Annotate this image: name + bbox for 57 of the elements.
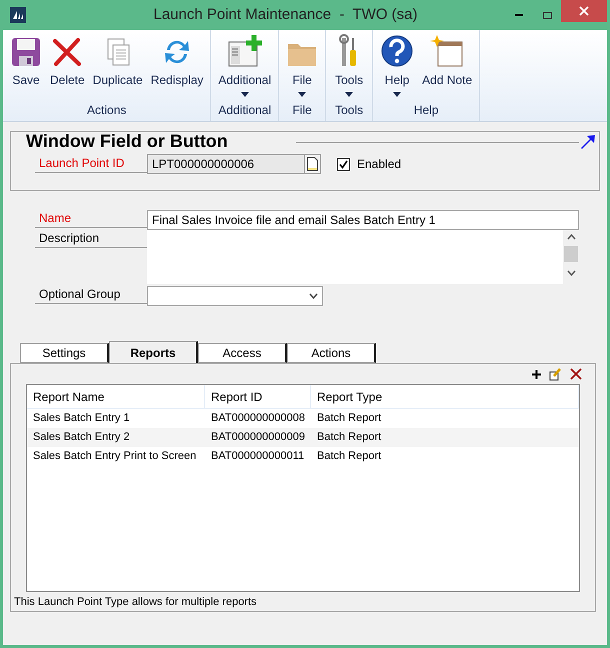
- column-header[interactable]: Report ID: [205, 385, 311, 408]
- launch-point-id-field[interactable]: LPT000000000006: [147, 154, 305, 174]
- tab[interactable]: Actions: [287, 343, 376, 363]
- window-plus-icon: [226, 34, 263, 68]
- scroll-down-icon: [566, 270, 576, 276]
- close-icon: [579, 6, 589, 16]
- caret-icon: [298, 92, 306, 97]
- group-label: Help: [412, 102, 440, 119]
- group-label: File: [291, 102, 313, 119]
- ribbon-button[interactable]: Redisplay: [148, 30, 206, 101]
- app-logo-icon: [10, 7, 26, 23]
- ribbon-button[interactable]: Additional: [215, 30, 274, 101]
- caret-icon: [240, 92, 249, 97]
- window-title: Launch Point Maintenance - TWO (sa): [152, 4, 418, 25]
- chevron-down-icon: [309, 293, 318, 299]
- group-label: Additional: [217, 102, 272, 119]
- table-cell-text: Batch Report: [316, 449, 382, 464]
- table-cell-text: Sales Batch Entry 2: [32, 430, 131, 446]
- enabled-checkbox[interactable]: [337, 158, 350, 170]
- table-cell-text: Sales Batch Entry 1: [32, 411, 131, 426]
- ribbon-button[interactable]: Save: [7, 30, 45, 101]
- cross-icon: [51, 36, 84, 68]
- tab[interactable]: Reports: [109, 341, 198, 363]
- edit-icon[interactable]: [549, 368, 562, 380]
- ribbon-button[interactable]: Tools: [330, 30, 368, 101]
- column-header[interactable]: Report Name: [27, 385, 205, 408]
- note-icon: [430, 34, 464, 68]
- caret-icon: [393, 92, 402, 97]
- scroll-up-icon: [566, 234, 576, 240]
- group-label: Tools: [334, 102, 364, 119]
- section-title: Window Field or Button: [25, 130, 229, 152]
- ribbon-button[interactable]: File: [283, 30, 322, 101]
- name-field[interactable]: Final Sales Invoice file and email Sales Batch Entry 1: [147, 210, 579, 230]
- footer-note: This Launch Point Type allows for multiple reports: [13, 595, 258, 610]
- ribbon-button[interactable]: Duplicate: [90, 30, 146, 101]
- table-cell-text: BAT000000000008: [210, 411, 306, 426]
- ribbon-button[interactable]: Help: [377, 30, 418, 101]
- table-cell-text: BAT000000000011: [210, 449, 306, 464]
- table-cell-text: Batch Report: [316, 411, 382, 426]
- ribbon-button[interactable]: Delete: [47, 30, 88, 101]
- group-label: Actions: [86, 102, 128, 119]
- column-header[interactable]: Report Type: [311, 385, 579, 408]
- caret-icon: [345, 92, 354, 97]
- arrow-icon: [579, 133, 597, 151]
- delete-icon[interactable]: [570, 368, 582, 380]
- tab[interactable]: Settings: [20, 343, 109, 363]
- table-cell-text: BAT000000000009: [210, 430, 306, 446]
- description-field[interactable]: [147, 230, 579, 284]
- help-icon: [380, 34, 414, 68]
- tab[interactable]: Access: [198, 343, 287, 363]
- checkbox-label: Enabled: [357, 156, 402, 173]
- table-cell-text: Batch Report: [316, 430, 382, 446]
- ribbon-button[interactable]: Add Note: [419, 30, 476, 101]
- table-cell-text: Sales Batch Entry Print to Screen: [32, 449, 198, 464]
- document-icon: [307, 157, 318, 171]
- add-icon[interactable]: [532, 370, 541, 378]
- close-button[interactable]: [561, 0, 607, 22]
